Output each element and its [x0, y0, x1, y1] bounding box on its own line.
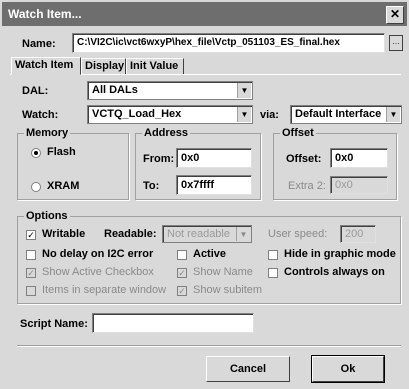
user-speed-label: User speed:	[268, 228, 328, 240]
browse-icon[interactable]: …	[389, 35, 403, 51]
xram-radio[interactable]	[31, 182, 41, 192]
items-separate-checkbox[interactable]	[26, 286, 36, 296]
writable-label: Writable	[42, 228, 86, 240]
offset-field[interactable]: 0x0	[330, 148, 388, 168]
show-name-label: Show Name	[193, 266, 253, 278]
watch-item-dialog: Watch Item... ✕ Name: C:\VI2C\ic\vct6wxy…	[0, 0, 409, 389]
options-title: Options	[24, 210, 70, 222]
watch-value: VCTQ_Load_Hex	[92, 108, 182, 120]
chevron-down-icon[interactable]: ▼	[237, 83, 251, 98]
to-field[interactable]: 0x7ffff	[176, 175, 252, 195]
address-title: Address	[142, 127, 191, 139]
active-label: Active	[193, 248, 227, 260]
dal-value: All DALs	[92, 84, 138, 96]
active-checkbox[interactable]	[177, 250, 187, 260]
script-name-field[interactable]	[92, 313, 254, 333]
show-active-label: Show Active Checkbox	[42, 266, 154, 278]
chevron-down-icon[interactable]: ▼	[237, 107, 251, 122]
cancel-button[interactable]: Cancel	[206, 356, 290, 382]
controls-always-on-label: Controls always on	[284, 266, 385, 278]
via-label: via:	[260, 109, 279, 121]
readable-label: Readable:	[104, 228, 157, 240]
no-delay-checkbox[interactable]	[26, 250, 36, 260]
offset-title: Offset	[280, 127, 316, 139]
readable-select[interactable]: Not readable ▼	[162, 225, 252, 243]
flash-label: Flash	[47, 146, 76, 158]
tab-watch-item[interactable]: Watch Item	[11, 57, 81, 75]
via-value: Default Interface	[295, 108, 382, 120]
close-icon[interactable]: ✕	[386, 6, 404, 24]
from-label: From:	[143, 153, 175, 165]
tab-init-value[interactable]: Init Value	[126, 58, 184, 74]
controls-always-on-checkbox[interactable]	[268, 268, 278, 278]
from-field[interactable]: 0x0	[176, 148, 252, 168]
window-title: Watch Item...	[8, 7, 82, 21]
title-bar: Watch Item... ✕	[2, 2, 407, 26]
show-active-checkbox[interactable]: ✓	[26, 268, 36, 278]
bottom-divider	[17, 345, 401, 347]
dal-select[interactable]: All DALs ▼	[87, 81, 253, 100]
offset-label: Offset:	[286, 153, 322, 165]
name-field[interactable]: C:\VI2C\ic\vct6wxyP\hex_file\Vctp_051103…	[72, 33, 385, 53]
items-separate-label: Items in separate window	[42, 284, 167, 296]
watch-label: Watch:	[22, 109, 59, 121]
dal-label: DAL:	[22, 85, 49, 97]
extra2-field[interactable]: 0x0	[330, 176, 388, 194]
user-speed-field[interactable]: 200	[340, 225, 376, 243]
readable-value: Not readable	[167, 228, 230, 240]
hide-graphic-label: Hide in graphic mode	[284, 248, 396, 260]
show-subitem-checkbox[interactable]: ✓	[177, 286, 187, 296]
watch-select[interactable]: VCTQ_Load_Hex ▼	[87, 105, 253, 124]
to-label: To:	[143, 180, 160, 192]
xram-label: XRAM	[47, 180, 80, 192]
extra2-label: Extra 2:	[288, 180, 326, 192]
memory-title: Memory	[24, 127, 71, 139]
show-name-checkbox[interactable]: ✓	[177, 268, 187, 278]
chevron-down-icon[interactable]: ▼	[386, 107, 400, 122]
tab-display[interactable]: Display	[81, 58, 126, 74]
no-delay-label: No delay on I2C error	[42, 248, 154, 260]
writable-checkbox[interactable]: ✓	[26, 230, 36, 240]
hide-graphic-checkbox[interactable]	[268, 250, 278, 260]
script-name-label: Script Name:	[20, 318, 88, 330]
flash-radio[interactable]	[31, 148, 41, 158]
show-subitem-label: Show subitem	[193, 284, 263, 296]
name-label: Name:	[22, 38, 56, 50]
chevron-down-icon[interactable]: ▼	[236, 227, 250, 241]
via-select[interactable]: Default Interface ▼	[290, 105, 402, 124]
ok-button[interactable]: Ok	[311, 355, 385, 383]
